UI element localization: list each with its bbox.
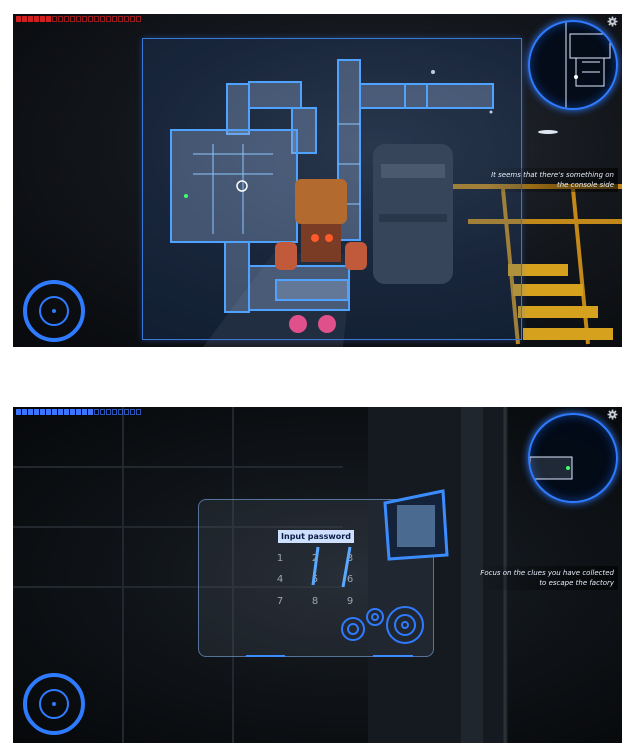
- health-segment: [118, 16, 123, 22]
- health-segment: [94, 409, 99, 415]
- health-segment: [16, 409, 21, 415]
- health-segment: [100, 409, 105, 415]
- health-segment: [130, 16, 135, 22]
- health-segment: [100, 16, 105, 22]
- minimap-icon: [530, 456, 573, 480]
- gear-icon[interactable]: [607, 16, 618, 27]
- health-segment: [22, 16, 27, 22]
- health-segment: [64, 16, 69, 22]
- health-segment: [136, 16, 141, 22]
- health-bar: [16, 16, 141, 22]
- health-segment: [40, 409, 45, 415]
- health-segment: [106, 16, 111, 22]
- health-segment: [88, 16, 93, 22]
- health-segment: [34, 16, 39, 22]
- health-segment: [118, 409, 123, 415]
- health-segment: [16, 16, 21, 22]
- health-segment: [136, 409, 141, 415]
- health-segment: [28, 16, 33, 22]
- health-segment: [58, 16, 63, 22]
- health-segment: [40, 16, 45, 22]
- health-segment: [94, 16, 99, 22]
- minimap[interactable]: [528, 413, 618, 503]
- minimap-icon: [565, 22, 611, 108]
- game-screen-map: It seems that there's something on the c…: [13, 14, 622, 347]
- health-segment: [58, 409, 63, 415]
- health-segment: [130, 409, 135, 415]
- health-segment: [64, 409, 69, 415]
- health-segment: [112, 16, 117, 22]
- health-segment: [52, 409, 57, 415]
- health-segment: [46, 16, 51, 22]
- health-segment: [22, 409, 27, 415]
- health-segment: [106, 409, 111, 415]
- health-segment: [70, 16, 75, 22]
- health-segment: [82, 16, 87, 22]
- game-screen-keypad: Input password 1 2 3 4 5 6 7 8 9: [13, 407, 622, 743]
- health-segment: [52, 16, 57, 22]
- health-bar: [16, 409, 141, 415]
- gear-icon[interactable]: [607, 409, 618, 420]
- health-segment: [34, 409, 39, 415]
- health-segment: [82, 409, 87, 415]
- health-segment: [46, 409, 51, 415]
- health-segment: [124, 409, 129, 415]
- health-segment: [76, 16, 81, 22]
- health-segment: [70, 409, 75, 415]
- health-segment: [28, 409, 33, 415]
- hint-text: Focus on the clues you have collected to…: [476, 566, 618, 590]
- health-segment: [124, 16, 129, 22]
- minimap[interactable]: [528, 20, 618, 110]
- hint-text: It seems that there's something on the c…: [487, 168, 618, 192]
- health-segment: [76, 409, 81, 415]
- virtual-joystick-icon[interactable]: [21, 278, 87, 344]
- virtual-joystick-icon[interactable]: [21, 671, 87, 737]
- health-segment: [112, 409, 117, 415]
- health-segment: [88, 409, 93, 415]
